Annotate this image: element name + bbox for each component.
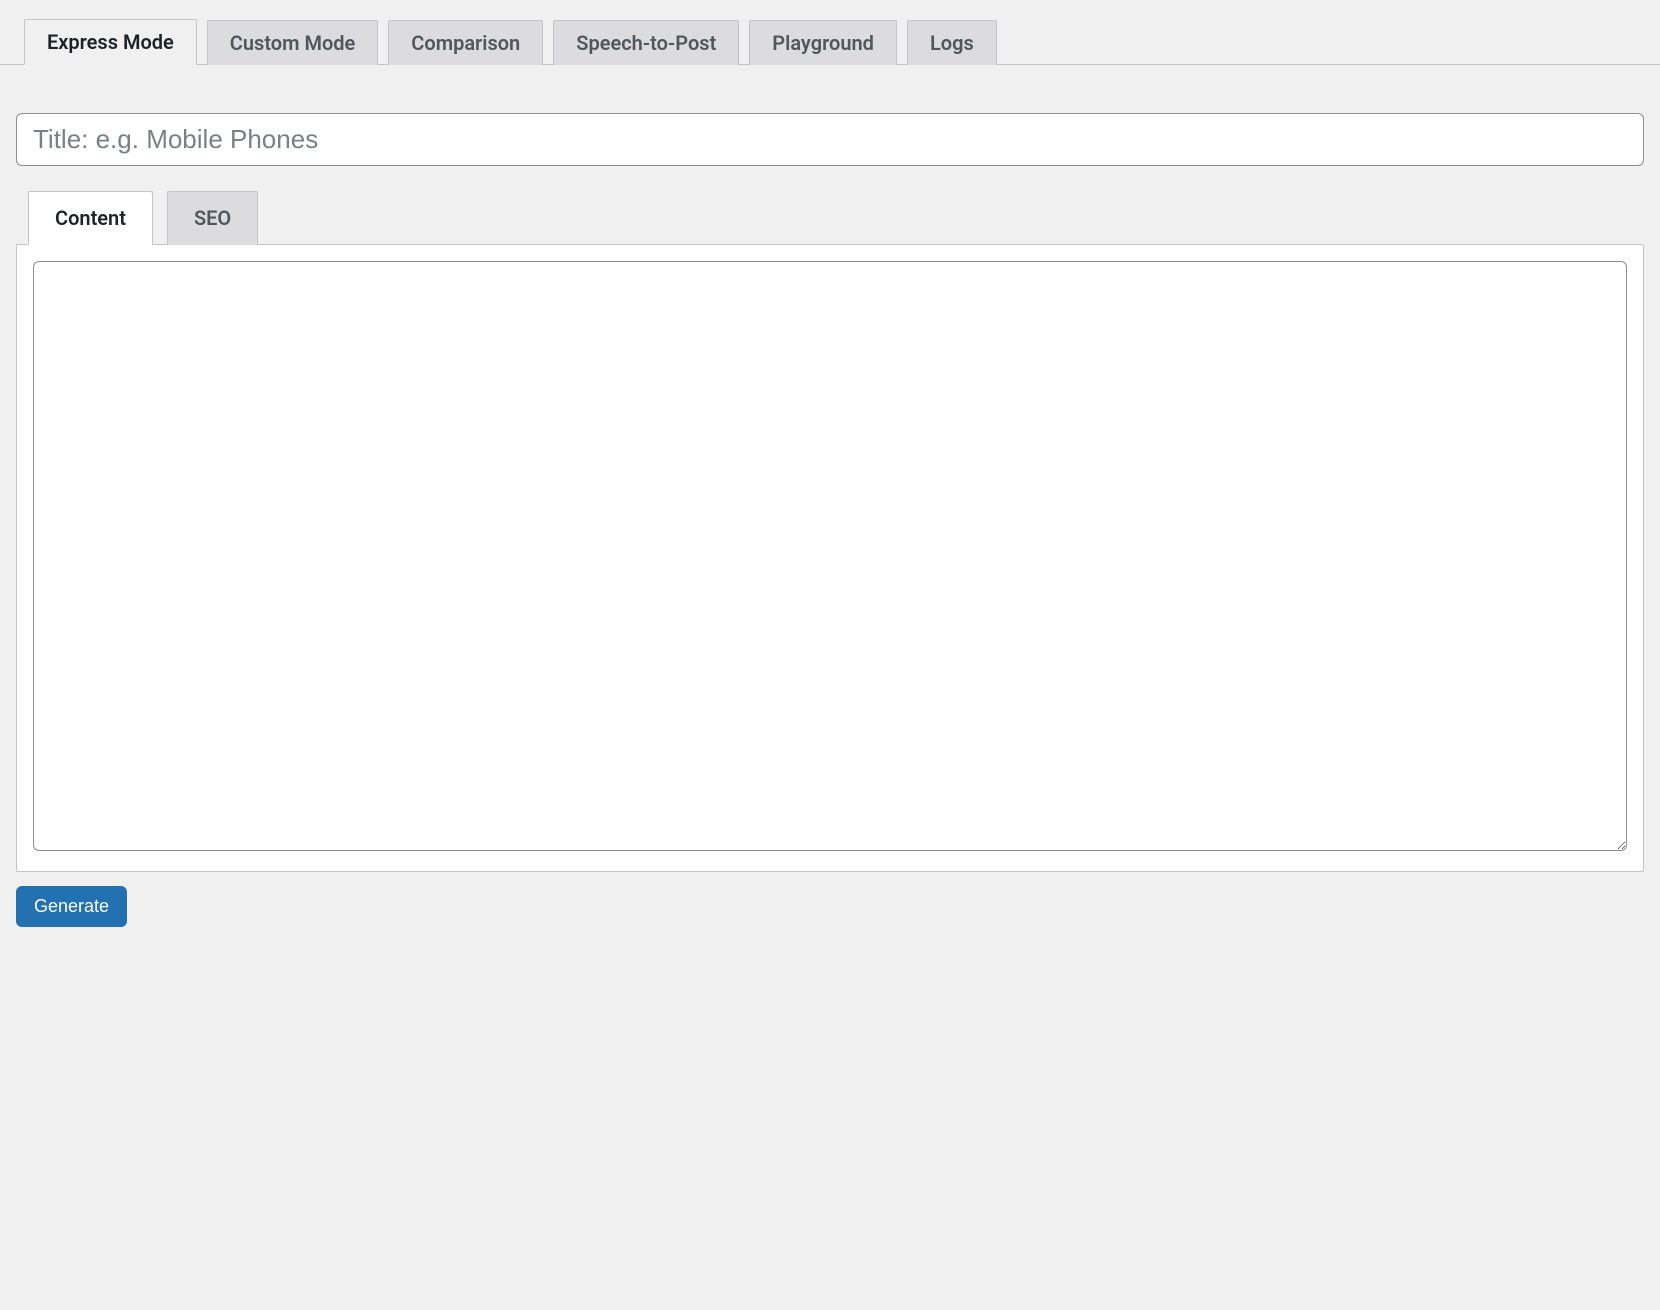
actions-row: Generate [0,872,1660,947]
title-input[interactable] [16,113,1644,166]
title-row [0,65,1660,166]
generate-button[interactable]: Generate [16,886,127,927]
content-textarea[interactable] [33,261,1627,851]
main-nav-tabs: Express Mode Custom Mode Comparison Spee… [0,0,1660,65]
tab-custom-mode[interactable]: Custom Mode [207,20,379,65]
content-panel [16,244,1644,872]
tab-speech-to-post[interactable]: Speech-to-Post [553,20,739,65]
tab-playground[interactable]: Playground [749,20,897,65]
page-wrap: Express Mode Custom Mode Comparison Spee… [0,0,1660,947]
tab-express-mode[interactable]: Express Mode [24,19,197,65]
tab-logs[interactable]: Logs [907,20,997,65]
editor-panel-area: Content SEO [0,166,1660,872]
tab-comparison[interactable]: Comparison [388,20,543,65]
sub-nav-tabs: Content SEO [16,190,1644,244]
subtab-seo[interactable]: SEO [167,191,258,245]
subtab-content[interactable]: Content [28,191,153,245]
